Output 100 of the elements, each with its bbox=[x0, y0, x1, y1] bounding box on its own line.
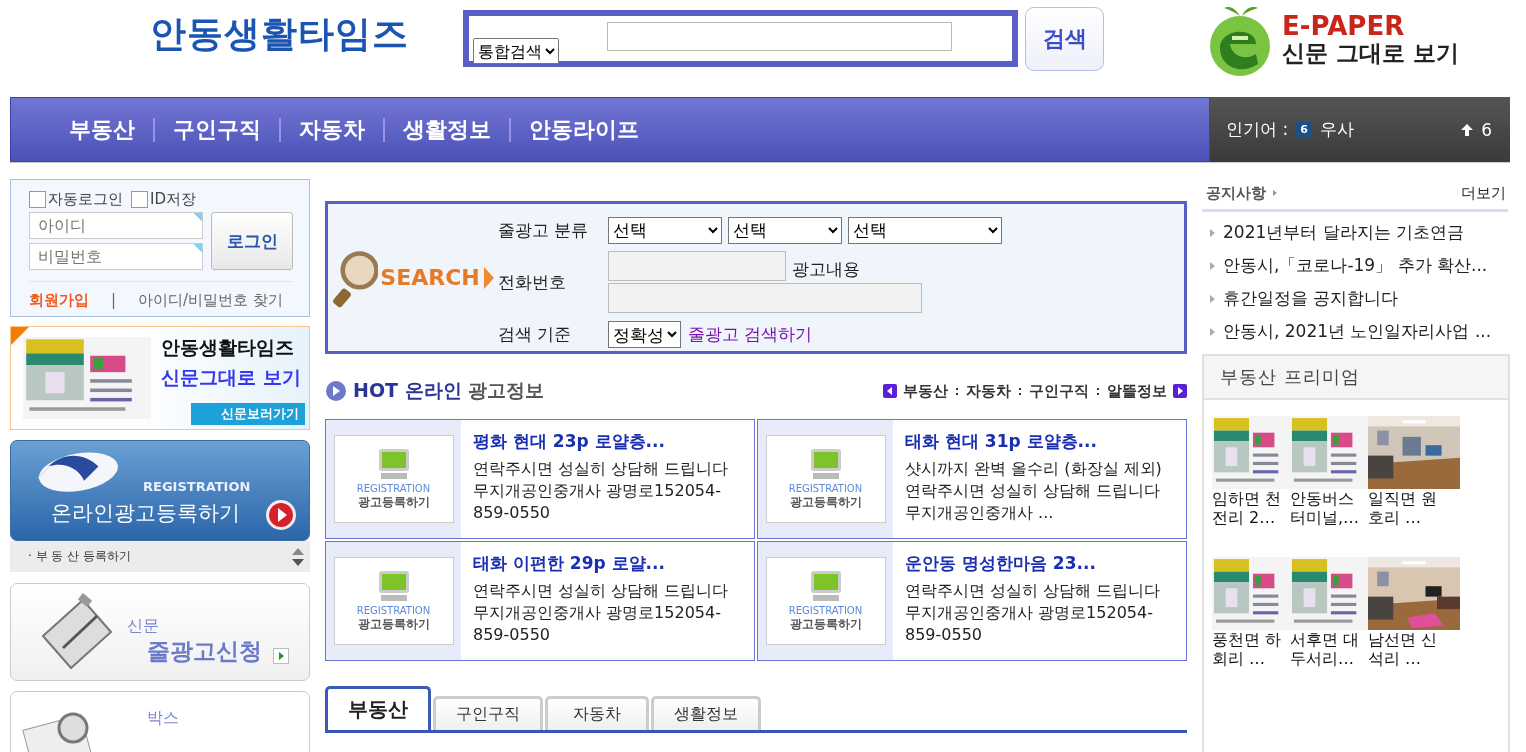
notice-item[interactable]: 휴간일정을 공지합니다 bbox=[1223, 286, 1493, 311]
field-label: 줄광고 분류 bbox=[498, 218, 590, 242]
nav-menu-item[interactable]: 안동라이프 bbox=[519, 114, 649, 145]
ad-text: 859-0550 bbox=[905, 624, 984, 646]
banner-subtitle: 신문그대로 보기 bbox=[161, 365, 301, 390]
login-button[interactable]: 로그인 bbox=[211, 212, 293, 270]
ad-text: 연락주시면 성실히 상담해 드립니다 bbox=[473, 580, 729, 602]
e-paper-subtitle[interactable]: 신문 그대로 보기 bbox=[1282, 40, 1459, 66]
ad-text: 859-0550 bbox=[473, 502, 552, 524]
search-logo: SEARCH bbox=[380, 265, 480, 290]
board-tab[interactable]: 구인구직 bbox=[433, 696, 543, 730]
rank-change: 6 bbox=[1481, 119, 1492, 140]
notice-item[interactable]: 안동시, 2021년 노인일자리사업 ... bbox=[1223, 319, 1493, 344]
listing-caption[interactable]: 일직면 원호리 … bbox=[1368, 489, 1446, 527]
listing-caption[interactable]: 서후면 대두서리… bbox=[1290, 630, 1368, 668]
board-tab[interactable]: 자동차 bbox=[545, 696, 649, 730]
field-label: 광고내용 bbox=[792, 258, 860, 282]
nav-menu-item[interactable]: 부동산 bbox=[59, 114, 145, 145]
listing-caption[interactable]: 풍천면 하회리 … bbox=[1212, 630, 1290, 668]
thumbnail-label: 광고등록하기 bbox=[357, 494, 430, 511]
checkbox-label: 자동로그인 bbox=[48, 190, 123, 209]
search-scope-select[interactable]: 통합검색 bbox=[473, 38, 559, 64]
notice-title: 공지사항 bbox=[1206, 183, 1266, 203]
ad-title[interactable]: 태화 이편한 29p 로얄... bbox=[473, 552, 729, 574]
ad-text: 연락주시면 성실히 상담해 드립니다 bbox=[905, 580, 1161, 602]
category-link[interactable]: 자동차 bbox=[966, 381, 1011, 401]
monitor-icon bbox=[376, 447, 411, 481]
registration-label: REGISTRATION bbox=[143, 479, 251, 494]
nav-menu-item[interactable]: 자동차 bbox=[289, 114, 375, 145]
nav-menu-item[interactable]: 구인구직 bbox=[163, 114, 271, 145]
listing-caption[interactable]: 안동버스터미널,… bbox=[1290, 489, 1368, 527]
play-icon bbox=[265, 499, 297, 531]
category-link[interactable]: 알뜰정보 bbox=[1107, 381, 1167, 401]
thumbnail-label: REGISTRATION bbox=[788, 605, 863, 616]
category-link[interactable]: 구인구직 bbox=[1029, 381, 1089, 401]
link-separator: | bbox=[111, 291, 117, 310]
bullet-icon bbox=[1210, 295, 1215, 303]
newspaper-banner[interactable]: 안동생활타임즈 신문그대로 보기 신문보러가기 bbox=[10, 326, 310, 430]
password-field[interactable]: 비밀번호 bbox=[29, 243, 203, 270]
ad-card[interactable]: REGISTRATION 광고등록하기 태화 현대 31p 로얄층... 샷시까지 완벽 올수리 (화장실 제외) 연락주시면 성실히 상담해 드립니다 무지개공인중개사 ... bbox=[757, 419, 1187, 539]
down-triangle-icon[interactable] bbox=[292, 558, 304, 566]
search-field[interactable] bbox=[607, 22, 952, 51]
more-link[interactable]: 더보기 bbox=[1461, 183, 1506, 203]
board-tab[interactable]: 부동산 bbox=[325, 686, 431, 730]
ad-text: 859-0550 bbox=[473, 624, 552, 646]
monitor-icon bbox=[808, 447, 843, 481]
notice-item[interactable]: 안동시,「코로나-19」 추가 확산... bbox=[1223, 253, 1493, 278]
thumbnail-label: REGISTRATION bbox=[788, 483, 863, 494]
ticker-text[interactable]: · 부 동 산 등록하기 bbox=[28, 548, 132, 565]
thumbnail-label: 광고등록하기 bbox=[789, 616, 862, 633]
search-button[interactable]: 검색 bbox=[1025, 7, 1104, 71]
site-logo[interactable]: 안동생활타임즈 bbox=[150, 10, 450, 59]
category-select[interactable]: 선택 bbox=[728, 216, 842, 244]
find-account-link[interactable]: 아이디/비밀번호 찾기 bbox=[138, 291, 283, 310]
content-field[interactable] bbox=[608, 283, 922, 314]
rank-badge: 6 bbox=[1296, 122, 1312, 137]
popular-label: 인기어 : bbox=[1226, 118, 1289, 141]
registration-banner[interactable]: REGISTRATION 온라인광고등록하기 bbox=[10, 440, 310, 541]
thumbnail-label: 광고등록하기 bbox=[789, 494, 862, 511]
ad-title[interactable]: 태화 현대 31p 로얄층... bbox=[905, 430, 1162, 452]
phone-field[interactable] bbox=[608, 251, 786, 282]
bullet-icon bbox=[1210, 328, 1215, 336]
notice-item[interactable]: 2021년부터 달라지는 기초연금 bbox=[1223, 220, 1493, 245]
ad-text: 무지개공인중개사 광명로152054- bbox=[473, 480, 722, 502]
category-link[interactable]: 부동산 bbox=[903, 381, 948, 401]
checkbox[interactable] bbox=[29, 191, 46, 208]
classified-search-link[interactable]: 줄광고 검색하기 bbox=[688, 323, 813, 347]
id-field[interactable]: 아이디 bbox=[29, 212, 203, 239]
listing-caption[interactable]: 임하면 천전리 2… bbox=[1212, 489, 1290, 527]
arrow-button-icon[interactable] bbox=[273, 648, 289, 664]
nav-menu-item[interactable]: 생활정보 bbox=[393, 114, 501, 145]
field-label: 전화번호 bbox=[498, 271, 567, 294]
ad-card[interactable]: REGISTRATION 광고등록하기 평화 현대 23p 로얄층... 연락주시면 성실히 상담해 드립니다 무지개공인중개사 광명로152054- 859-0550 bbox=[325, 419, 755, 539]
ad-title[interactable]: 운안동 명성한마음 23... bbox=[905, 552, 1161, 574]
box-ad-banner[interactable]: 박스 bbox=[10, 691, 310, 752]
section-title: 부동산 프리미엄 bbox=[1220, 365, 1360, 389]
field-label: 검색 기준 bbox=[498, 323, 573, 347]
thumbnail-label: REGISTRATION bbox=[356, 605, 431, 616]
thumbnail-label: REGISTRATION bbox=[356, 483, 431, 494]
board-tab[interactable]: 생활정보 bbox=[651, 696, 761, 730]
previous-icon[interactable] bbox=[883, 384, 897, 398]
popular-keyword[interactable]: 우사 bbox=[1319, 118, 1354, 141]
section-title: 광고정보 bbox=[467, 378, 544, 403]
listing-caption[interactable]: 남선면 신석리 … bbox=[1368, 630, 1446, 668]
thumbnail-label: 광고등록하기 bbox=[357, 616, 430, 633]
order-select[interactable]: 정확성 bbox=[608, 321, 681, 349]
ad-text: 연락주시면 성실히 상담해 드립니다 bbox=[473, 458, 729, 480]
category-select[interactable]: 선택 bbox=[848, 216, 1002, 244]
ad-card[interactable]: REGISTRATION 광고등록하기 운안동 명성한마음 23... 연락주시면 성실히 상담해 드립니다 무지개공인중개사 광명로152054- 859-0550 bbox=[757, 541, 1187, 661]
category-select[interactable]: 선택 bbox=[608, 216, 722, 244]
up-triangle-icon[interactable] bbox=[292, 547, 304, 555]
classified-apply-banner[interactable]: 신문 줄광고신청 bbox=[10, 583, 310, 681]
bullet-icon bbox=[1210, 262, 1215, 270]
up-arrow-icon bbox=[1461, 123, 1474, 136]
ad-card[interactable]: REGISTRATION 광고등록하기 태화 이편한 29p 로얄... 연락주시면 성실히 상담해 드립니다 무지개공인중개사 광명로152054- 859-0550 bbox=[325, 541, 755, 661]
banner-title: 줄광고신청 bbox=[147, 637, 262, 666]
ad-title[interactable]: 평화 현대 23p 로얄층... bbox=[473, 430, 729, 452]
next-icon[interactable] bbox=[1173, 384, 1187, 398]
arrow-circle-icon bbox=[325, 380, 347, 402]
checkbox[interactable] bbox=[131, 191, 148, 208]
